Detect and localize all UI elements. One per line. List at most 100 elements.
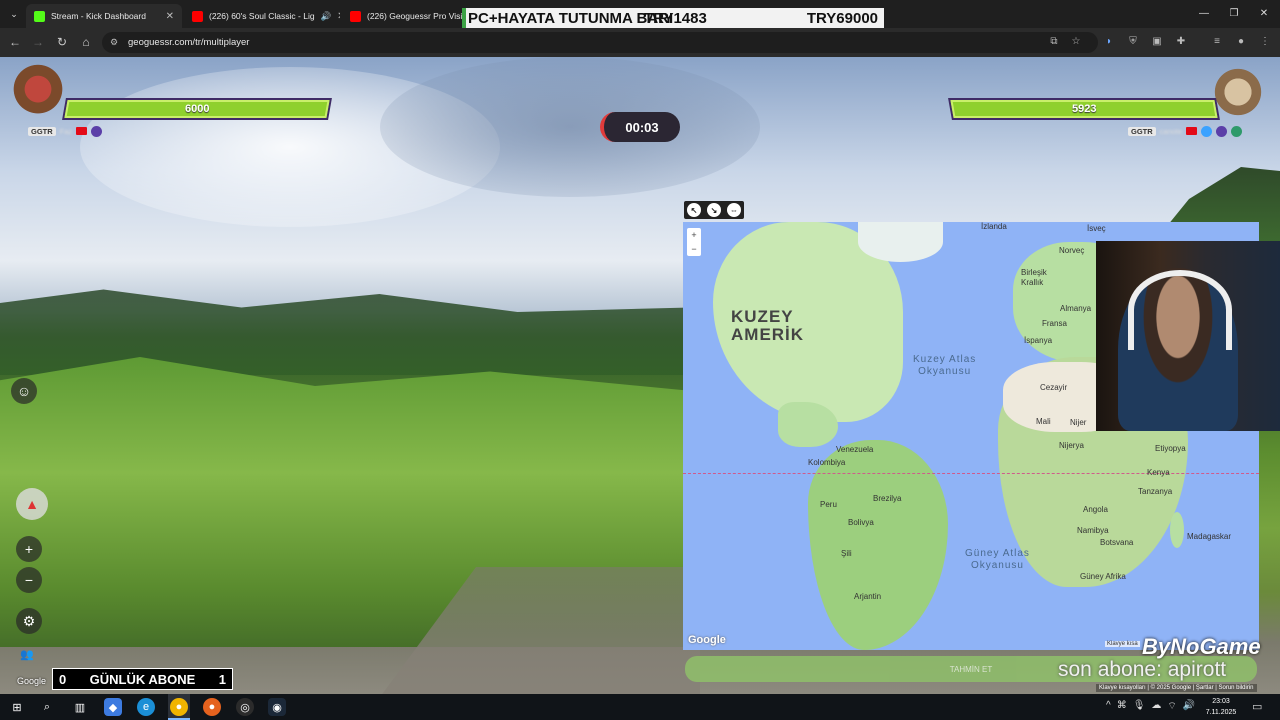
map-label: Almanya [1060, 304, 1092, 313]
expand-map-icon[interactable]: ↖ [687, 203, 701, 217]
headphones [1128, 270, 1232, 350]
site-info-icon[interactable]: ⚙ [110, 37, 121, 48]
map-label: Botsvana [1100, 538, 1134, 547]
extension-icon[interactable]: ◗ [1102, 35, 1116, 49]
map-zoom-controls: + − [687, 228, 701, 256]
map-label: Güney Afrika [1080, 572, 1126, 581]
notification-icon[interactable]: ▭ [1252, 700, 1262, 713]
map-label: Cezayir [1040, 383, 1068, 392]
player1-health-bar: 6000 [64, 100, 330, 118]
chevron-up-icon[interactable]: ^ [1106, 700, 1111, 713]
minimize-button[interactable]: — [1194, 6, 1214, 22]
continent-label-line1: KUZEY [731, 307, 794, 326]
map-label: Peru [820, 500, 837, 509]
map-label: Venezuela [836, 445, 874, 454]
search-icon[interactable]: ⌕ [38, 698, 56, 716]
central-america [778, 402, 838, 447]
player1-tag: GGTR [28, 126, 56, 136]
zoom-in-button[interactable]: + [16, 536, 42, 562]
map-zoom-out-button[interactable]: − [691, 244, 696, 254]
profile-icon[interactable]: ● [1234, 35, 1248, 49]
player2-health-bar: 5923 [950, 100, 1218, 118]
channel-logo: ByNoGame [1142, 634, 1261, 659]
map-label: Norveç [1059, 246, 1085, 255]
map-label: İzlanda [981, 222, 1007, 231]
tab-geoguessr-pro[interactable]: (226) Geoguessr Pro Visits A [342, 4, 464, 28]
close-icon[interactable]: ✕ [337, 11, 340, 22]
forward-icon[interactable]: → [30, 34, 46, 50]
volume-icon[interactable]: 🔊 [1183, 700, 1195, 713]
zoom-out-button[interactable]: − [16, 567, 42, 593]
map-label: Bolivya [848, 518, 874, 527]
firefox-icon[interactable]: ● [203, 698, 221, 716]
round-timer: 00:03 [600, 112, 680, 142]
bookmark-star-icon[interactable]: ☆ [1069, 35, 1083, 49]
youtube-icon [350, 10, 361, 22]
close-icon[interactable]: ✕ [166, 11, 174, 22]
keyboard-shortcuts-link[interactable]: Klavye kısa [1105, 641, 1140, 647]
map-label: Birleşik Krallık [1021, 268, 1047, 287]
tab-label: (226) 60's Soul Classic - Lig [209, 11, 315, 21]
cloud-icon[interactable]: ☁ [1151, 700, 1161, 713]
compass-icon[interactable]: ▲ [16, 488, 48, 520]
windows-taskbar [0, 694, 1280, 720]
chrome-icon[interactable]: ● [170, 698, 188, 716]
tab-search-icon[interactable]: ⌄ [6, 7, 22, 21]
home-icon[interactable]: ⌂ [78, 34, 94, 50]
tab-soul-classic[interactable]: (226) 60's Soul Classic - Lig 🔊 ✕ [184, 4, 340, 28]
player1-health: 6000 [184, 103, 210, 115]
map-label: Kenya [1147, 468, 1170, 477]
settings-gear-icon[interactable]: ⚙ [16, 608, 42, 634]
map-label: İspanya [1024, 336, 1053, 345]
tab-kick-dashboard[interactable]: Stream - Kick Dashboard ✕ [26, 4, 182, 28]
copilot-icon[interactable]: ◆ [104, 698, 122, 716]
taskbar-clock[interactable]: 23:03 7.11.2025 [1200, 696, 1242, 718]
map-zoom-in-button[interactable]: + [691, 230, 696, 240]
windows-start-icon[interactable]: ⊞ [8, 698, 26, 716]
hills [0, 289, 690, 375]
map-label: Kolombiya [808, 458, 846, 467]
microphone-icon[interactable]: 🎙 [1133, 700, 1146, 713]
map-label: Tanzanya [1138, 487, 1173, 496]
extension-badge-icon[interactable]: ▣ [1150, 35, 1164, 49]
player1-name: Faz [59, 126, 73, 136]
ocean-label: Güney Atlas Okyanusu [965, 548, 1030, 571]
rank-badge-icon [91, 125, 103, 137]
restore-button[interactable]: ❐ [1224, 6, 1244, 22]
shrink-map-icon[interactable]: ↘ [707, 203, 721, 217]
reading-list-icon[interactable]: ≡ [1210, 35, 1224, 49]
install-app-icon[interactable]: ⧉ [1047, 35, 1061, 49]
steam-icon[interactable]: ◉ [268, 698, 286, 716]
task-view-icon[interactable]: ▥ [71, 698, 89, 716]
goal-current: TRY1483 [644, 9, 707, 27]
daily-subs-left: 0 [59, 671, 67, 687]
obs-icon[interactable]: ◎ [236, 698, 254, 716]
shield-icon[interactable]: ⛨ [1126, 35, 1140, 49]
pin-map-icon[interactable]: ⇔ [727, 203, 741, 217]
equator-line [683, 473, 1259, 474]
network-icon[interactable]: ⌘ [1117, 700, 1127, 713]
close-window-button[interactable]: ✕ [1254, 6, 1274, 22]
players-icon[interactable]: 👥 [20, 648, 38, 666]
clock-time: 23:03 [1212, 698, 1230, 705]
reload-icon[interactable]: ↻ [54, 34, 70, 50]
emote-button[interactable]: ☺ [11, 378, 37, 404]
smiley-icon: ☺ [16, 383, 32, 399]
edge-icon[interactable]: e [137, 698, 155, 716]
wifi-icon[interactable]: ⌔ [1167, 700, 1176, 713]
player2-health: 5923 [1071, 103, 1097, 115]
player1-tagline: GGTR Faz [28, 125, 103, 137]
kick-icon [34, 10, 45, 22]
back-icon[interactable]: ← [7, 34, 23, 50]
turkey-flag-icon [1186, 127, 1198, 135]
menu-icon[interactable]: ⋮ [1258, 35, 1272, 49]
map-label: Madagaskar [1187, 532, 1232, 541]
map-credits[interactable]: Klavye kısayolları | © 2025 Google | Şar… [1096, 684, 1257, 692]
address-bar[interactable]: geoguessr.com/tr/multiplayer [102, 32, 1098, 53]
greenland [858, 222, 943, 262]
puzzle-icon[interactable]: ✚ [1174, 35, 1188, 49]
tab-label: Stream - Kick Dashboard [51, 11, 146, 21]
ocean-label: Kuzey Atlas Okyanusu [913, 354, 977, 377]
map-label: Angola [1083, 505, 1108, 514]
madagascar [1170, 512, 1184, 548]
